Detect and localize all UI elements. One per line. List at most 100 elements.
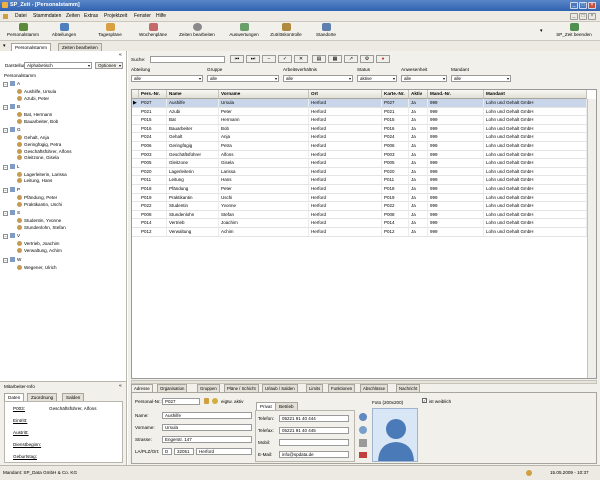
fax-icon[interactable] (359, 426, 367, 434)
table-row[interactable]: P019 Praktikantin Uschi Herford P019 Ja 999 Loh… (132, 193, 587, 203)
tab-nav-icon[interactable]: ▾ (3, 43, 6, 49)
tree-person[interactable]: Bat, Hermann (17, 112, 52, 118)
search-input[interactable] (150, 56, 225, 63)
filter-select-5[interactable]: alle ▾ (451, 75, 511, 82)
collapse-icon[interactable]: − (3, 211, 8, 217)
detail-tab-1[interactable]: Organisation (157, 384, 188, 392)
toolbar-zeiten-bearbeiten-button[interactable]: Zeiten bearbeiten (172, 23, 222, 40)
column-header-0[interactable]: Pers.-Nr. (139, 90, 167, 99)
detail-tab-6[interactable]: Funktionen (328, 384, 356, 392)
cancel-button[interactable]: ✕ (294, 55, 308, 63)
toolbar-zutrittskontrolle-button[interactable]: Zutrittskontrolle (260, 23, 312, 40)
tree-person[interactable]: Lagerleiterin, Larissa (17, 171, 67, 177)
tree-group-w[interactable]: − W (3, 256, 21, 263)
toolbar-standorte-button[interactable]: Standorte (310, 23, 342, 40)
tree-person[interactable]: Azubi, Peter (17, 95, 49, 101)
column-header-4[interactable]: Karte.-Nr. (382, 90, 409, 99)
contact-tab-privat[interactable]: Privat (256, 402, 276, 410)
tree-person[interactable]: Gleitzone, Gisela (17, 155, 59, 161)
tree-person[interactable]: Leitung, Hans (17, 178, 52, 184)
contact-tab-betrieb[interactable]: Betrieb (275, 402, 298, 410)
info-tab-zuordnung[interactable]: Zuordnung (27, 393, 58, 401)
name-field[interactable]: Aushilfe (162, 412, 252, 419)
tree-group-a[interactable]: − A (3, 81, 20, 87)
filter-select-0[interactable]: alle ▾ (131, 75, 203, 82)
column-header-3[interactable]: Ort (309, 90, 382, 99)
tab-zeiten-bearbeiten[interactable]: Zeiten bearbeiten (58, 43, 102, 51)
persnr-field[interactable]: P027 (162, 398, 200, 405)
tree-person[interactable]: Studentin, Yvonne (17, 218, 61, 224)
first-record-button[interactable]: ⏮ (230, 55, 244, 63)
table-row[interactable]: P024 Gehalt Anja Herford P024 Ja 999 Lohn und G… (132, 133, 587, 142)
close-button[interactable]: × (588, 2, 596, 9)
toolbar-tagesplaene-button[interactable]: Tagespläne (93, 23, 127, 40)
mdi-minimize-button[interactable]: _ (570, 13, 578, 20)
column-header-2[interactable]: Vorname (219, 90, 309, 99)
detail-tab-0[interactable]: Adresse (131, 384, 153, 392)
table-row[interactable]: P018 Pfändung Peter Herford P018 Ja 999 Lohn un… (132, 185, 587, 194)
telefax-field[interactable]: 05221 91 40 445 (279, 427, 349, 434)
settings-icon[interactable]: ⚙ (360, 55, 374, 63)
confirm-button[interactable]: ✓ (278, 55, 292, 63)
mail-icon[interactable] (359, 452, 367, 458)
detail-tab-5[interactable]: Limits (306, 384, 324, 392)
table-row[interactable]: P022 Studentin Yvonne Herford P022 Ja 999 Lohn … (132, 202, 587, 211)
grid-vertical-scrollbar[interactable] (587, 99, 596, 378)
delete-record-button[interactable]: − (262, 55, 276, 63)
tree-group-v[interactable]: − V (3, 233, 20, 240)
column-header-7[interactable]: Mandant (484, 90, 587, 99)
female-checkbox[interactable]: ✓ (422, 398, 427, 403)
toolbar-wochenplaene-button[interactable]: Wochenpläne (134, 23, 172, 40)
tree-person[interactable]: Bauarbeiter, Bob (17, 118, 58, 124)
tree-group-g[interactable]: − G (3, 127, 21, 134)
tree-group-p[interactable]: − P (3, 187, 20, 193)
table-row[interactable]: P011 Leitung Hans Herford P011 Ja 999 Lohn und … (132, 176, 587, 185)
toolbar-abteilungen-button[interactable]: Abteilungen (44, 23, 84, 40)
photo-placeholder[interactable] (372, 408, 418, 462)
menu-projektzeit[interactable]: Projektzeit (104, 13, 127, 19)
tree-person[interactable]: Verwaltung, Achim (17, 248, 62, 253)
strasse-field[interactable]: Engerstr. 147 (162, 436, 252, 443)
collapse-icon[interactable]: − (3, 82, 8, 87)
mdi-restore-button[interactable]: □ (579, 13, 587, 20)
info-tab-daten[interactable]: Daten (4, 393, 25, 401)
collapse-icon[interactable]: − (3, 234, 8, 240)
print-icon[interactable]: ▦ (328, 55, 342, 63)
tree-person[interactable]: Praktikantin, Uschi (17, 201, 62, 207)
collapse-icon[interactable]: − (3, 164, 8, 170)
tree-person[interactable]: Aushilfe, Ursula (17, 89, 56, 94)
menu-extras[interactable]: Extras (84, 13, 98, 19)
tree-group-s[interactable]: − S (3, 210, 20, 217)
tab-personalstamm[interactable]: Personalstamm (11, 43, 51, 51)
info-pin-icon[interactable]: « (119, 383, 122, 389)
exit-button[interactable]: SP_Zeit beenden (550, 23, 598, 40)
email-field[interactable]: info@spdata.de (279, 451, 349, 458)
tree-person[interactable]: Gehalt, Anja (17, 135, 49, 141)
collapse-icon[interactable]: − (3, 105, 8, 111)
export-icon[interactable]: ↗ (344, 55, 358, 63)
table-row[interactable]: P016 Bauarbeiter Bob Herford P016 Ja 999 Lohn u… (132, 124, 587, 134)
telefon-field[interactable]: 05221 91 40 444 (279, 415, 349, 422)
toolbar-personalstamm-button[interactable]: Personalstamm (3, 23, 43, 40)
menu-datei[interactable]: Datei (15, 13, 27, 19)
color-icon[interactable]: ● (376, 55, 390, 63)
dropdown-arrow-icon[interactable]: ▾ (540, 28, 543, 34)
menu-zeiten[interactable]: Zeiten (66, 13, 80, 19)
tree-group-b[interactable]: − B (3, 104, 20, 111)
detail-tab-4[interactable]: Urlaub / Salden (262, 384, 298, 392)
last-record-button[interactable]: ⏭ (246, 55, 260, 63)
menu-stammdaten[interactable]: Stammdaten (33, 13, 61, 19)
column-header-6[interactable]: Mand.-Nr. (428, 90, 484, 99)
detail-tab-7[interactable]: Abschlüsse (360, 384, 388, 392)
column-header-5[interactable]: Aktiv (409, 90, 428, 99)
table-row[interactable]: P008 Stundenlohn Stefan Herford P008 Ja 999 Loh… (132, 210, 587, 220)
column-header-1[interactable]: Name (167, 90, 219, 99)
new-record-icon[interactable]: ▤ (312, 55, 326, 63)
la-field[interactable]: D (162, 448, 172, 455)
table-row[interactable]: ▶ P027 Aushilfe Ursula Herford P027 Ja 999 Lohn … (132, 99, 587, 108)
table-row[interactable]: P020 Lagerleiterin Larissa Herford P020 Ja 999… (132, 167, 587, 177)
collapse-icon[interactable]: − (3, 188, 8, 193)
mobil-field[interactable] (279, 439, 349, 446)
tree-person[interactable]: Geschäftsführer, Alfons (17, 148, 72, 154)
panel-pin-icon[interactable]: « (119, 52, 122, 58)
